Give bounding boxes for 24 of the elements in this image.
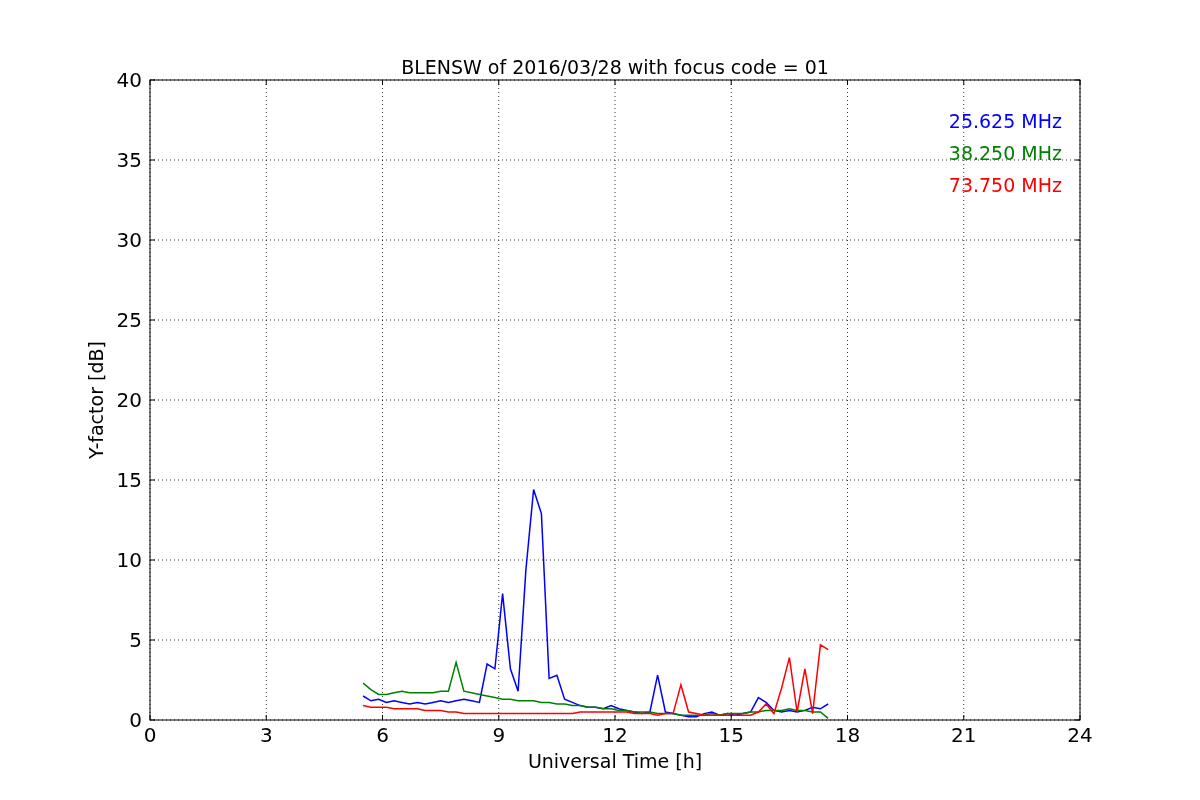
legend-label: 38.250 MHz [948,142,1062,164]
legend-label: 25.625 MHz [948,110,1062,132]
legend-label: 73.750 MHz [948,174,1062,196]
y-tick-label: 25 [116,308,142,332]
x-tick-label: 12 [602,723,628,747]
x-tick-label: 24 [1067,723,1093,747]
x-tick-label: 6 [376,723,389,747]
y-tick-label: 15 [116,468,142,492]
y-tick-label: 30 [116,228,142,252]
y-tick-label: 35 [116,148,142,172]
y-tick-label: 40 [116,68,142,92]
y-tick-label: 5 [129,628,142,652]
y-tick-label: 20 [116,388,142,412]
x-tick-label: 3 [259,723,273,747]
y-tick-label: 0 [129,708,142,732]
x-tick-label: 0 [143,723,157,747]
x-tick-label: 21 [951,723,977,747]
y-axis-label: Y-factor [dB] [85,341,107,459]
x-tick-label: 9 [492,723,506,747]
x-tick-label: 15 [718,723,744,747]
y-tick-label: 10 [116,548,142,572]
x-tick-label: 18 [834,723,861,747]
x-axis-label: Universal Time [h] [527,750,703,772]
chart-title: BLENSW of 2016/03/28 with focus code = 01 [401,56,829,78]
